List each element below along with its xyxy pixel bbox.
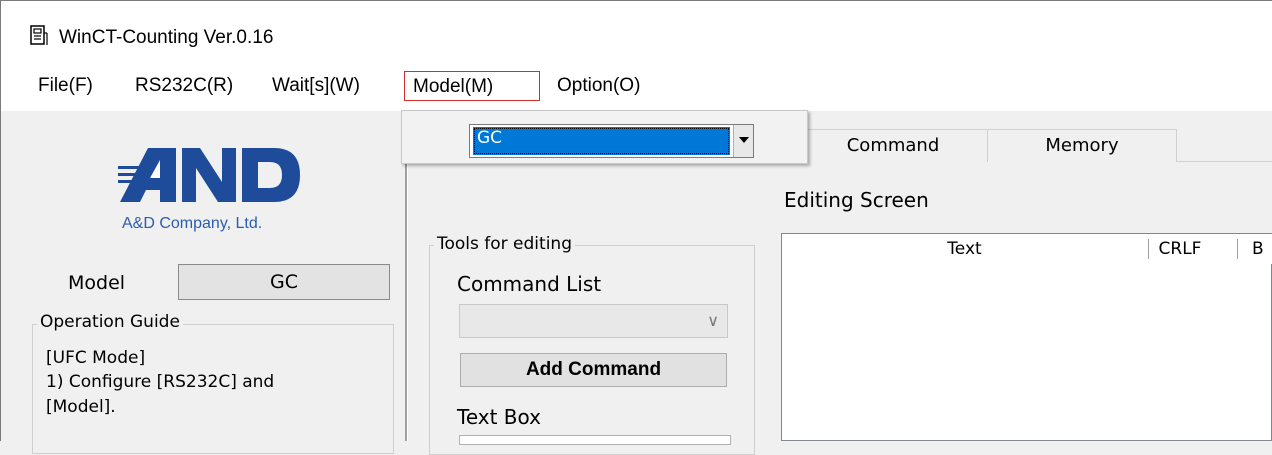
- model-label: Model: [68, 272, 126, 294]
- menu-model[interactable]: Model(M): [404, 71, 540, 101]
- title-bar[interactable]: WinCT-Counting Ver.0.16: [1, 1, 1272, 61]
- column-header-b[interactable]: B: [1252, 234, 1272, 264]
- text-box-input[interactable]: [459, 435, 731, 445]
- operation-guide-title: Operation Guide: [37, 312, 183, 332]
- model-select-value[interactable]: GC: [473, 127, 730, 155]
- app-icon: [30, 25, 48, 45]
- model-select-dropdown-button[interactable]: [733, 125, 753, 157]
- text-box-label: Text Box: [457, 405, 541, 429]
- add-command-button[interactable]: Add Command: [460, 353, 727, 387]
- menu-option[interactable]: Option(O): [549, 71, 648, 101]
- column-separator[interactable]: [1148, 239, 1149, 259]
- model-select[interactable]: GC: [469, 124, 754, 158]
- guide-line: [Model].: [46, 397, 116, 417]
- column-header-text[interactable]: Text: [782, 234, 1147, 264]
- company-name: A&D Company, Ltd.: [122, 215, 263, 232]
- menu-gutter: [402, 111, 439, 163]
- column-header-crlf[interactable]: CRLF: [1155, 234, 1205, 264]
- menu-rs232c[interactable]: RS232C(R): [127, 71, 241, 101]
- command-list-select[interactable]: ∨: [459, 304, 728, 338]
- model-display: GC: [178, 264, 390, 300]
- guide-line: 1) Configure [RS232C] and: [46, 372, 275, 392]
- tab-memory[interactable]: Memory: [987, 129, 1177, 162]
- editing-screen-title: Editing Screen: [784, 188, 929, 212]
- menu-wait[interactable]: Wait[s](W): [264, 71, 368, 101]
- and-logo: [118, 148, 300, 202]
- column-separator[interactable]: [1237, 239, 1238, 259]
- menu-file[interactable]: File(F): [30, 71, 101, 101]
- chevron-down-icon: ∨: [707, 311, 719, 330]
- window-title: WinCT-Counting Ver.0.16: [59, 27, 274, 48]
- tab-command[interactable]: Command: [798, 129, 988, 162]
- command-list-label: Command List: [457, 272, 602, 296]
- tools-group-title: Tools for editing: [434, 234, 575, 254]
- triangle-down-icon: [739, 137, 749, 143]
- guide-line: [UFC Mode]: [46, 348, 146, 368]
- editing-list[interactable]: Text CRLF B: [781, 233, 1272, 441]
- menu-bar: File(F) RS232C(R) Wait[s](W) Model(M) Op…: [1, 61, 1272, 111]
